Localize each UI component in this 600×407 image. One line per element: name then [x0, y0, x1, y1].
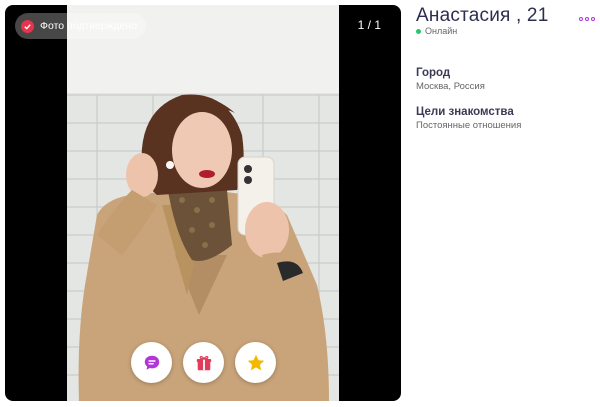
online-dot-icon — [416, 28, 421, 34]
star-icon — [247, 354, 264, 370]
photo-action-row — [131, 342, 276, 383]
profile-name: Анастасия , 21 — [416, 5, 549, 26]
checkmark-icon — [21, 19, 34, 33]
online-status-label: Онлайн — [425, 26, 458, 36]
more-dot-icon — [591, 17, 595, 21]
more-options-button[interactable] — [579, 17, 595, 21]
photo-counter: 1 / 1 — [357, 18, 381, 32]
goals-label: Цели знакомства — [416, 106, 514, 118]
city-value: Москва, Россия — [416, 81, 485, 92]
gift-icon — [196, 355, 211, 370]
more-dot-icon — [585, 17, 589, 21]
city-label: Город — [416, 67, 451, 79]
photo-verified-badge: Фото подтверждено — [15, 13, 147, 39]
online-status: Онлайн — [416, 26, 457, 36]
message-button[interactable] — [131, 342, 172, 383]
gift-button[interactable] — [183, 342, 224, 383]
favorite-button[interactable] — [235, 342, 276, 383]
profile-photo-viewer[interactable]: Фото подтверждено 1 / 1 — [5, 5, 401, 401]
photo-verified-label: Фото подтверждено — [40, 20, 138, 32]
goals-value: Постоянные отношения — [416, 120, 522, 131]
more-dot-icon — [579, 17, 583, 21]
message-icon — [144, 355, 159, 370]
